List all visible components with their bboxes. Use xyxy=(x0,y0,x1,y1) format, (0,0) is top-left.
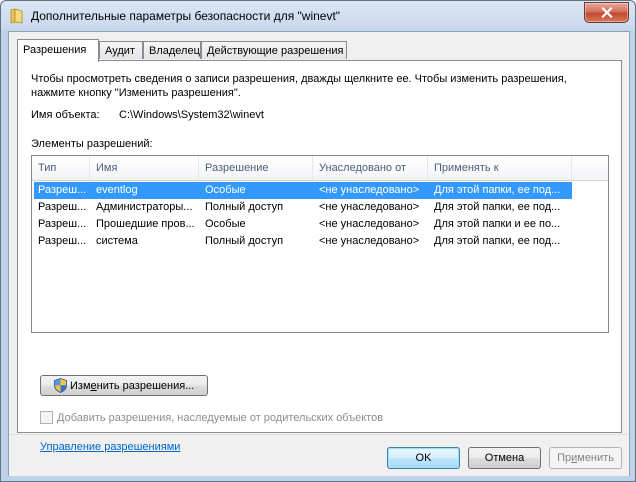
cell-permission: Особые xyxy=(205,218,246,230)
cell-name: Администраторы... xyxy=(96,201,193,213)
permissions-tab-panel: Чтобы просмотреть сведения о записи разр… xyxy=(17,60,622,453)
cell-permission: Полный доступ xyxy=(205,235,284,247)
include-inheritable-checkbox[interactable] xyxy=(40,411,53,424)
object-name-label: Имя объекта: xyxy=(31,109,100,121)
column-header-name[interactable]: Имя xyxy=(90,156,199,180)
cell-inherited-from: <не унаследовано> xyxy=(319,235,420,247)
include-inheritable-label: Добавить разрешения, наследуемые от роди… xyxy=(57,411,384,424)
tab-permissions[interactable]: Разрешения xyxy=(17,39,99,62)
close-button[interactable] xyxy=(584,2,629,23)
manage-permissions-link[interactable]: Управление разрешениями xyxy=(40,441,180,453)
cell-name: система xyxy=(96,235,138,247)
tab-audit[interactable]: Аудит xyxy=(99,41,143,59)
window-title: Дополнительные параметры безопасности дл… xyxy=(31,9,341,23)
close-icon xyxy=(600,7,613,18)
uac-shield-icon xyxy=(54,378,67,393)
permission-entries-list[interactable]: Тип Имя Разрешение Унаследовано от Приме… xyxy=(31,155,609,333)
cell-type: Разреш... xyxy=(38,201,87,213)
cell-name: Прошедшие пров... xyxy=(96,218,195,230)
title-bar[interactable]: Дополнительные параметры безопасности дл… xyxy=(1,1,635,31)
apply-button[interactable]: Применить xyxy=(549,447,622,469)
column-header-type[interactable]: Тип xyxy=(32,156,90,180)
folder-icon xyxy=(10,8,23,24)
list-header: Тип Имя Разрешение Унаследовано от Приме… xyxy=(32,156,608,181)
dialog-window: Дополнительные параметры безопасности дл… xyxy=(0,0,636,482)
table-row[interactable]: Разреш... система Полный доступ <не унас… xyxy=(34,233,572,250)
instructions-text: Чтобы просмотреть сведения о записи разр… xyxy=(31,72,591,100)
object-name-value: C:\Windows\System32\winevt xyxy=(119,109,264,121)
cell-inherited-from: <не унаследовано> xyxy=(319,184,420,196)
column-header-inherited-from[interactable]: Унаследовано от xyxy=(313,156,428,180)
column-header-filler xyxy=(572,156,608,180)
cell-permission: Полный доступ xyxy=(205,201,284,213)
column-header-apply-to[interactable]: Применять к xyxy=(428,156,572,180)
tab-effective-permissions[interactable]: Действующие разрешения xyxy=(201,41,347,59)
include-inheritable-option[interactable]: Добавить разрешения, наследуемые от роди… xyxy=(40,411,383,424)
cancel-button[interactable]: Отмена xyxy=(468,447,541,469)
table-row[interactable]: Разреш... eventlog Особые <не унаследова… xyxy=(34,182,572,199)
cell-apply-to: Для этой папки и ее по... xyxy=(434,218,561,230)
cell-apply-to: Для этой папки, ее под... xyxy=(434,184,561,196)
cell-name: eventlog xyxy=(96,184,138,196)
edit-permissions-label: Изменить разрешения... xyxy=(70,379,195,392)
cell-inherited-from: <не унаследовано> xyxy=(319,218,420,230)
instructions-line-2: нажмите кнопку "Изменить разрешения". xyxy=(31,87,241,99)
instructions-line-1: Чтобы просмотреть сведения о записи разр… xyxy=(31,73,567,85)
cell-inherited-from: <не унаследовано> xyxy=(319,201,420,213)
dialog-client-area: Разрешения Аудит Владелец Действующие ра… xyxy=(8,31,630,476)
cell-apply-to: Для этой папки, ее под... xyxy=(434,235,561,247)
ok-button[interactable]: OK xyxy=(387,447,460,469)
cell-type: Разреш... xyxy=(38,218,87,230)
table-row[interactable]: Разреш... Администраторы... Полный досту… xyxy=(34,199,572,216)
permission-entries-label: Элементы разрешений: xyxy=(31,138,153,150)
cell-apply-to: Для этой папки, ее под... xyxy=(434,201,561,213)
edit-permissions-button[interactable]: Изменить разрешения... xyxy=(40,375,208,396)
tab-owner[interactable]: Владелец xyxy=(143,41,201,59)
cell-type: Разреш... xyxy=(38,235,87,247)
cell-permission: Особые xyxy=(205,184,246,196)
column-header-permission[interactable]: Разрешение xyxy=(199,156,313,180)
cell-type: Разреш... xyxy=(38,184,87,196)
table-row[interactable]: Разреш... Прошедшие пров... Особые <не у… xyxy=(34,216,572,233)
